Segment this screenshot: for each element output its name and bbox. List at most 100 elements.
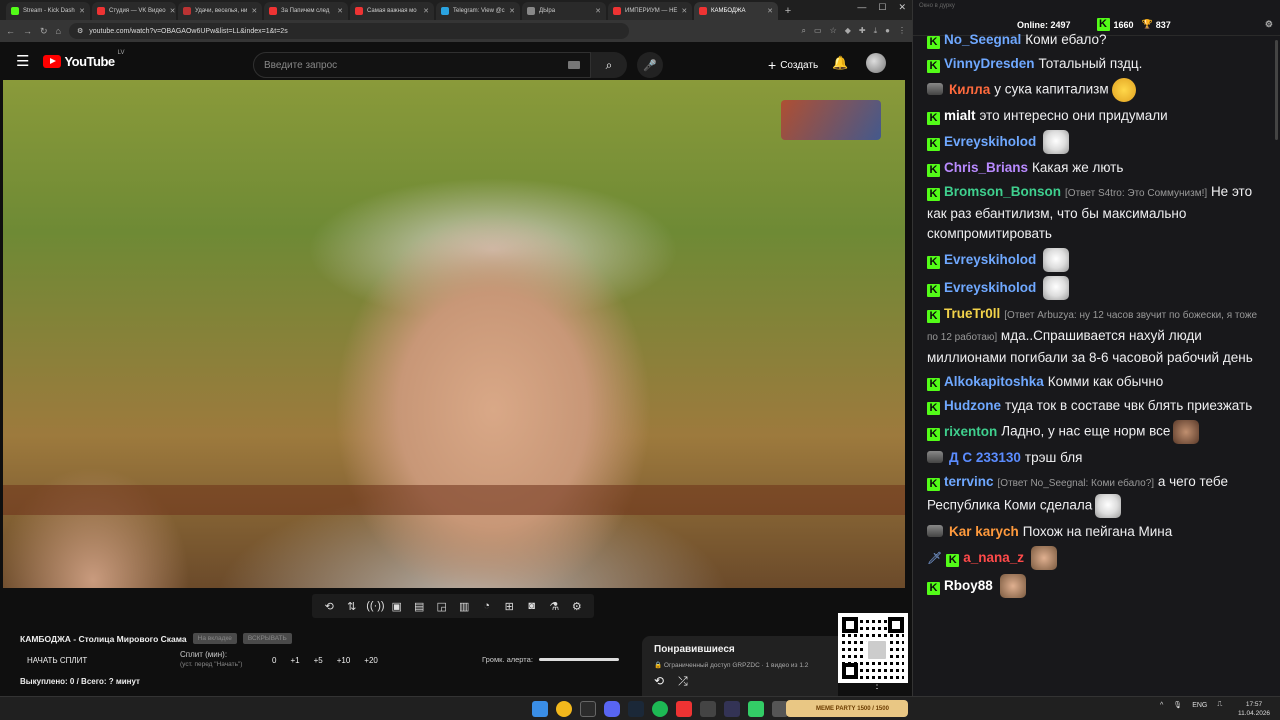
discord-icon[interactable]	[604, 701, 620, 717]
mic-tray-icon[interactable]: 🎙	[1173, 701, 1182, 709]
search-button[interactable]: ⌕	[591, 52, 627, 78]
chat-username[interactable]: Bromson_Bonson	[944, 184, 1061, 199]
chat-username[interactable]: mialt	[944, 108, 976, 123]
browser-tab[interactable]: ИМПЕРИУМ — НЕ ✕	[608, 2, 692, 20]
back-icon[interactable]: ←	[6, 26, 15, 36]
obs-icon[interactable]	[724, 701, 740, 717]
browser-tab[interactable]: Telegram: View @c ✕	[436, 2, 520, 20]
close-icon[interactable]: ✕	[898, 2, 906, 13]
settings-gear-icon[interactable]: ⚙	[569, 600, 585, 613]
add-clip-icon[interactable]: ⊞	[501, 600, 517, 613]
tray-arrow-icon[interactable]: ^	[1160, 702, 1163, 709]
split-value-5[interactable]: +5	[314, 656, 323, 665]
reveal-chip[interactable]: ВСКРЫВАТЬ	[242, 633, 292, 644]
start-icon[interactable]	[532, 701, 548, 717]
flask-icon[interactable]: ⚗	[546, 600, 562, 613]
chat-scrollbar[interactable]	[1275, 40, 1278, 140]
youtube-logo[interactable]: YouTube LV	[43, 50, 125, 69]
chat-username[interactable]: Килла	[949, 82, 990, 97]
chat-username[interactable]: Д С 233130	[949, 450, 1021, 465]
chat-username[interactable]: terrvinc	[944, 474, 994, 489]
start-split-button[interactable]: НАЧАТЬ СПЛИТ	[27, 656, 87, 665]
chat-username[interactable]: Chris_Brians	[944, 160, 1028, 175]
app-icon[interactable]	[580, 701, 596, 717]
steam-icon[interactable]	[628, 701, 644, 717]
split-value-1[interactable]: +1	[290, 656, 299, 665]
tv-icon[interactable]: ▣	[389, 600, 405, 613]
camera-icon[interactable]: ◙	[524, 600, 540, 612]
clock[interactable]: 17:57 11.04.2026	[1238, 700, 1270, 718]
broadcast-icon[interactable]: ((·))	[366, 600, 384, 612]
menu-icon[interactable]: ⋮	[898, 26, 906, 36]
search-input[interactable]: Введите запрос	[253, 52, 591, 78]
split-value-20[interactable]: +20	[364, 656, 378, 665]
avatar[interactable]	[866, 53, 886, 73]
url-field[interactable]: ⚙ youtube.com/watch?v=OBAGAOw6UPw&list=L…	[68, 23, 629, 39]
browser-tab[interactable]: Удачи, веселья, ни ✕	[178, 2, 262, 20]
chat-username[interactable]: VinnyDresden	[944, 56, 1035, 71]
keyboard-icon[interactable]	[568, 61, 580, 69]
chat-username[interactable]: Evreyskiholod	[944, 252, 1036, 267]
pip-icon[interactable]: ◲	[434, 600, 450, 613]
tab-close-icon[interactable]: ✕	[423, 7, 429, 15]
subtitles-icon[interactable]: ▥	[456, 600, 472, 613]
tab-close-icon[interactable]: ✕	[170, 7, 176, 15]
tab-close-icon[interactable]: ✕	[251, 7, 257, 15]
browser-tab[interactable]: За Папичем след ✕	[264, 2, 348, 20]
zoom-icon[interactable]: ⌕	[802, 26, 806, 36]
cast-icon[interactable]: ▭	[814, 26, 822, 36]
app-icon[interactable]	[676, 701, 692, 717]
tab-close-icon[interactable]: ✕	[337, 7, 343, 15]
tab-close-icon[interactable]: ✕	[595, 7, 601, 15]
network-icon[interactable]: ⎍	[1217, 701, 1222, 709]
chat-username[interactable]: Evreyskiholod	[944, 134, 1036, 149]
star-icon[interactable]: ☆	[830, 26, 837, 36]
chat-username[interactable]: Rboy88	[944, 578, 993, 593]
browser-tab[interactable]: Stream - Kick Dash ✕	[6, 2, 90, 20]
chat-username[interactable]: Hudzone	[944, 398, 1001, 413]
profile-icon[interactable]: ●	[885, 26, 890, 36]
browser-tab[interactable]: Самая важная мо ✕	[350, 2, 434, 20]
app-icon[interactable]	[700, 701, 716, 717]
split-value-10[interactable]: +10	[337, 656, 351, 665]
app-icon[interactable]	[748, 701, 764, 717]
tab-close-icon[interactable]: ✕	[767, 7, 773, 15]
tab-close-icon[interactable]: ✕	[509, 7, 515, 15]
repeat-icon[interactable]: ⟲	[321, 600, 337, 613]
more-options-icon[interactable]: ⋮	[872, 680, 882, 691]
video-player[interactable]	[3, 80, 905, 588]
chat-username[interactable]: TrueTr0ll	[944, 306, 1000, 321]
spotify-icon[interactable]	[652, 701, 668, 717]
tab-close-icon[interactable]: ✕	[681, 7, 687, 15]
puzzle-icon[interactable]: ✚	[859, 26, 866, 36]
browser-tab[interactable]: КАМБОДЖА ✕	[694, 2, 778, 20]
chat-username[interactable]: No_Seegnal	[944, 32, 1021, 47]
playlist-title[interactable]: Понравившиеся	[654, 644, 826, 655]
speed-icon[interactable]: ◔	[479, 600, 495, 612]
create-button[interactable]: + Создать	[760, 54, 826, 76]
new-tab-button[interactable]: +	[780, 2, 796, 20]
minimize-icon[interactable]: —	[857, 2, 866, 13]
chat-username[interactable]: a_nana_z	[963, 550, 1024, 565]
film-icon[interactable]: ▤	[411, 600, 427, 613]
sort-icon[interactable]: ⇅	[344, 600, 360, 613]
menu-burger-icon[interactable]: ☰	[16, 52, 29, 70]
notifications-bell-icon[interactable]: 🔔	[832, 55, 848, 71]
shuffle-icon[interactable]: ⤮	[678, 674, 688, 689]
chat-username[interactable]: rixenton	[944, 424, 997, 439]
lang-indicator[interactable]: ENG	[1192, 702, 1207, 709]
site-info-icon[interactable]: ⚙	[77, 27, 83, 35]
forward-icon[interactable]: →	[23, 26, 32, 36]
chat-username[interactable]: Alkokapitoshka	[944, 374, 1044, 389]
reload-icon[interactable]: ↻	[40, 26, 48, 37]
split-value-0[interactable]: 0	[272, 656, 276, 665]
tab-chip[interactable]: На вкладке	[192, 633, 237, 644]
browser-tab[interactable]: Студия — VK Видео ✕	[92, 2, 176, 20]
loop-icon[interactable]: ⟲	[654, 674, 664, 689]
home-icon[interactable]: ⌂	[56, 26, 61, 36]
voice-search-button[interactable]: 🎤	[637, 52, 663, 78]
chat-username[interactable]: Evreyskiholod	[944, 280, 1036, 295]
extension-icon[interactable]: ◆	[845, 26, 851, 36]
download-icon[interactable]: ⤓	[874, 26, 878, 36]
meme-party-widget[interactable]: MEME PARTY 1500 / 1500	[786, 700, 908, 717]
